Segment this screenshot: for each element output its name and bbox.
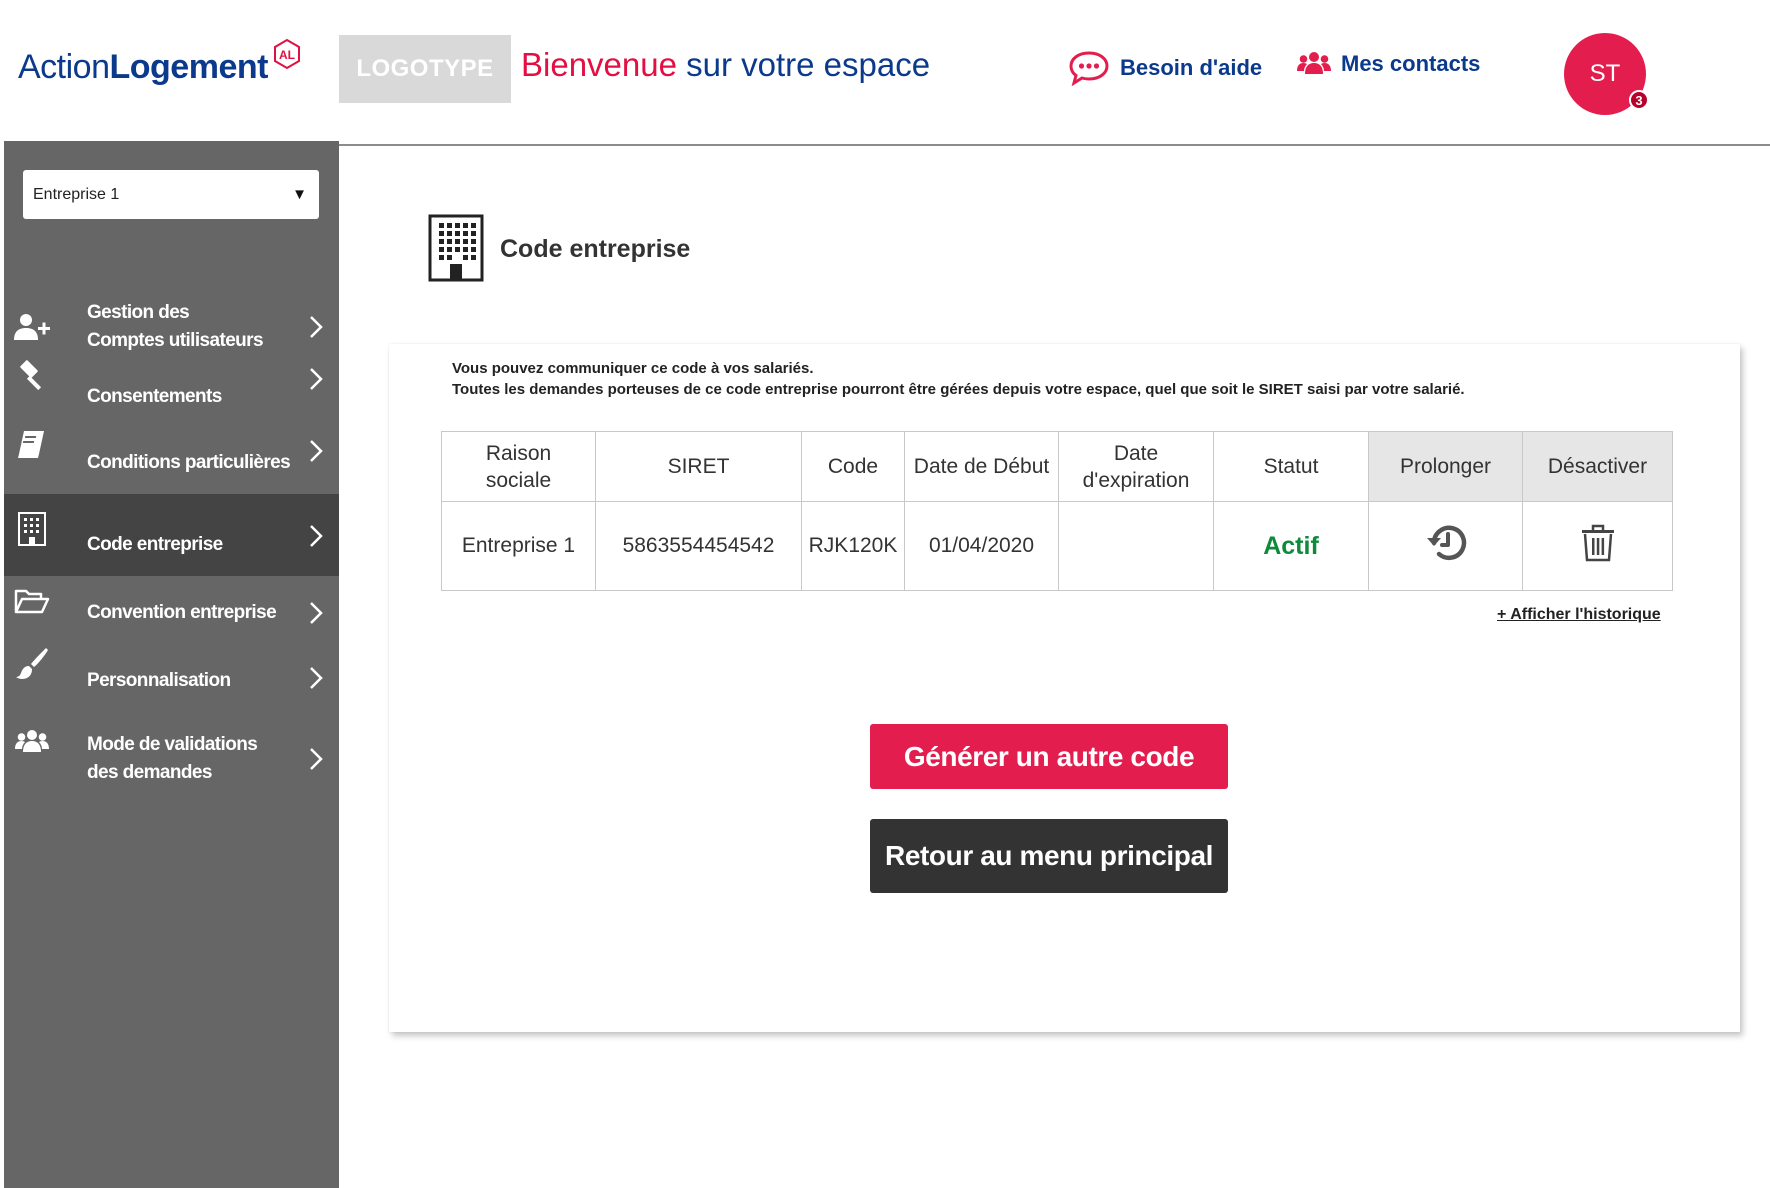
- codes-table: Raison sociale SIRET Code Date de Début …: [441, 431, 1673, 591]
- column-header: Code: [801, 431, 905, 502]
- sidebar-item-label: Code entreprise: [87, 534, 223, 555]
- welcome-part1: Bienvenue: [521, 46, 677, 83]
- page-title: Code entreprise: [500, 235, 691, 263]
- cell-prolonger: [1368, 501, 1523, 591]
- info-text: Vous pouvez communiquer ce code à vos sa…: [452, 358, 1465, 400]
- sidebar-item-label: Mode de validations des demandes: [87, 734, 258, 783]
- trash-icon: [1581, 524, 1614, 562]
- table-header-row: Raison sociale SIRET Code Date de Début …: [441, 431, 1673, 502]
- book-icon: [12, 428, 52, 460]
- column-header: Raison sociale: [441, 431, 596, 502]
- chevron-right-icon: [310, 667, 323, 689]
- brand-al-mark: AL: [274, 38, 300, 70]
- contacts-link[interactable]: Mes contacts: [1297, 50, 1480, 78]
- brand-name-part2: Logement: [109, 48, 269, 86]
- sidebar-item-label: Conditions particulières: [87, 452, 291, 473]
- generate-code-button[interactable]: Générer un autre code: [870, 724, 1228, 789]
- column-header: Désactiver: [1522, 431, 1673, 502]
- caret-down-icon: ▼: [292, 186, 307, 203]
- company-select[interactable]: Entreprise 1 ▼: [23, 170, 319, 219]
- welcome-title: Bienvenue sur votre espace: [521, 46, 930, 84]
- chevron-right-icon: [310, 525, 323, 547]
- sidebar-item-conditions[interactable]: Conditions particulières: [4, 431, 339, 486]
- building-icon: [428, 214, 484, 282]
- cell-date-debut: 01/04/2020: [904, 501, 1059, 591]
- folder-open-icon: [12, 588, 52, 616]
- chevron-right-icon: [310, 368, 323, 390]
- sidebar: Entreprise 1 ▼ Gestion des Comptes utili…: [4, 141, 339, 1188]
- brand-name-part1: Action: [18, 48, 110, 86]
- help-label: Besoin d'aide: [1120, 55, 1263, 80]
- chevron-right-icon: [310, 748, 323, 770]
- desactiver-button[interactable]: [1580, 523, 1616, 563]
- cell-code: RJK120K: [801, 501, 905, 591]
- cell-statut: Actif: [1213, 501, 1369, 591]
- svg-text:AL: AL: [279, 48, 295, 62]
- column-header: SIRET: [595, 431, 802, 502]
- status-badge: Actif: [1263, 531, 1319, 560]
- add-user-icon: [12, 312, 52, 342]
- sidebar-item-consentements[interactable]: Consentements: [4, 360, 339, 421]
- sidebar-item-label: Consentements: [87, 386, 222, 407]
- column-header: Date de Début: [904, 431, 1059, 502]
- sidebar-item-label: Gestion des Comptes utilisateurs: [87, 302, 264, 351]
- return-main-menu-button[interactable]: Retour au menu principal: [870, 819, 1228, 893]
- contacts-label: Mes contacts: [1341, 51, 1481, 76]
- cell-raison-sociale: Entreprise 1: [441, 501, 596, 591]
- info-line-1: Vous pouvez communiquer ce code à vos sa…: [452, 360, 814, 377]
- gavel-icon: [12, 359, 52, 391]
- cell-desactiver: [1522, 501, 1673, 591]
- info-line-2: Toutes les demandes porteuses de ce code…: [452, 381, 1465, 398]
- cell-date-expiration: [1058, 501, 1214, 591]
- notification-badge[interactable]: 3: [1629, 90, 1649, 110]
- partner-logotype: LOGOTYPE: [339, 35, 511, 103]
- chat-bubble-icon: [1069, 51, 1109, 86]
- header-divider: [339, 144, 1770, 146]
- building-icon: [12, 512, 52, 546]
- users-icon: [12, 728, 52, 756]
- chevron-right-icon: [310, 316, 323, 338]
- sidebar-item-mode-validations[interactable]: Mode de validations des demandes: [4, 724, 339, 794]
- sidebar-item-personnalisation[interactable]: Personnalisation: [4, 648, 339, 706]
- sidebar-item-code-entreprise[interactable]: Code entreprise: [4, 494, 339, 576]
- sidebar-item-label: Personnalisation: [87, 670, 231, 691]
- top-header: ActionLogement AL LOGOTYPE Bienvenue sur…: [0, 0, 1770, 146]
- contacts-icon: [1297, 52, 1331, 74]
- help-link[interactable]: Besoin d'aide: [1068, 50, 1262, 86]
- history-link[interactable]: + Afficher l'historique: [1497, 606, 1661, 624]
- column-header: Date d'expiration: [1058, 431, 1214, 502]
- column-header: Prolonger: [1368, 431, 1523, 502]
- sidebar-item-label: Convention entreprise: [87, 602, 277, 623]
- cell-siret: 5863554454542: [595, 501, 802, 591]
- prolonger-button[interactable]: [1423, 521, 1469, 565]
- history-icon: [1426, 525, 1466, 560]
- chevron-right-icon: [310, 602, 323, 624]
- brand-logo[interactable]: ActionLogement: [18, 48, 268, 87]
- column-header: Statut: [1213, 431, 1369, 502]
- sidebar-item-gestion-comptes[interactable]: Gestion des Comptes utilisateurs: [4, 292, 339, 362]
- paint-brush-icon: [12, 646, 52, 680]
- chevron-right-icon: [310, 440, 323, 462]
- table-row: Entreprise 1 5863554454542 RJK120K 01/04…: [441, 501, 1673, 591]
- sidebar-item-convention[interactable]: Convention entreprise: [4, 588, 339, 638]
- company-select-value: Entreprise 1: [33, 185, 120, 203]
- welcome-part2: sur votre espace: [686, 46, 931, 83]
